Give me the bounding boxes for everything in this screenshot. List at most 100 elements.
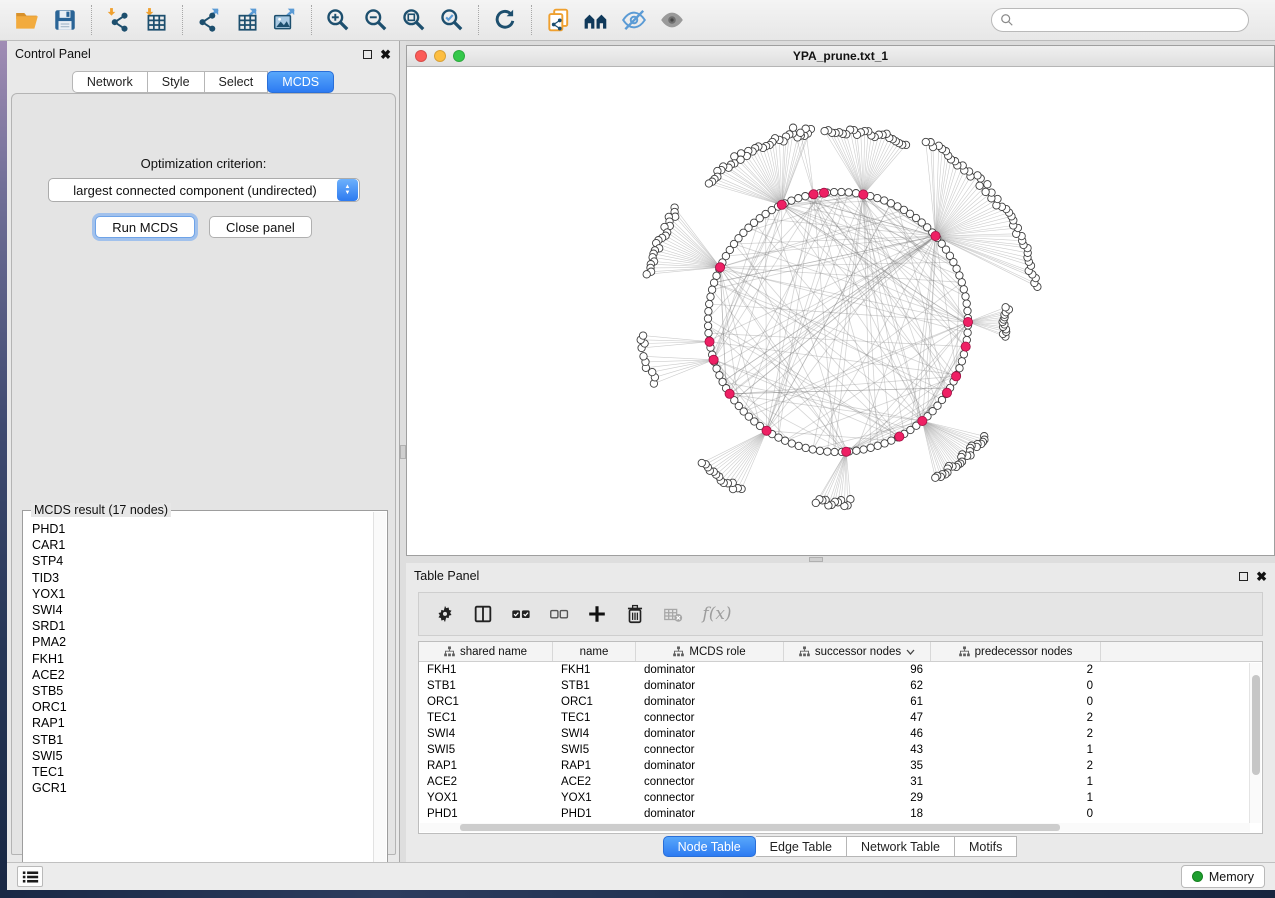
table-cell[interactable]: TEC1 <box>419 712 553 724</box>
table-cell[interactable]: ACE2 <box>419 776 553 788</box>
mcds-result-item[interactable]: TEC1 <box>24 764 372 780</box>
table-cell[interactable]: dominator <box>636 728 784 740</box>
table-cell[interactable]: ORC1 <box>419 696 553 708</box>
close-panel-icon[interactable]: ✖ <box>380 50 391 59</box>
table-cell[interactable]: FKH1 <box>419 664 553 676</box>
column-header-name[interactable]: name <box>553 642 636 661</box>
mcds-result-scrollbar[interactable] <box>373 512 386 874</box>
table-vscroll-thumb[interactable] <box>1252 675 1260 775</box>
table-cell[interactable]: FKH1 <box>553 664 636 676</box>
mcds-result-item[interactable]: SWI4 <box>24 602 372 618</box>
mcds-result-list[interactable]: PHD1CAR1STP4TID3YOX1SWI4SRD1PMA2FKH1ACE2… <box>24 521 372 873</box>
table-cell[interactable]: 46 <box>784 728 931 740</box>
table-cell[interactable]: ACE2 <box>553 776 636 788</box>
tab-motifs[interactable]: Motifs <box>955 836 1017 857</box>
show-columns-button[interactable] <box>467 598 499 630</box>
float-table-panel-icon[interactable] <box>1239 572 1248 581</box>
table-vertical-scrollbar[interactable] <box>1249 663 1261 823</box>
run-mcds-button[interactable]: Run MCDS <box>95 216 195 238</box>
search-input[interactable] <box>991 8 1249 32</box>
mcds-result-item[interactable]: STP4 <box>24 553 372 569</box>
table-cell[interactable]: 96 <box>784 664 931 676</box>
table-cell[interactable]: connector <box>636 712 784 724</box>
table-cell[interactable]: 31 <box>784 776 931 788</box>
tab-style[interactable]: Style <box>148 71 205 93</box>
table-cell[interactable]: 18 <box>784 808 931 820</box>
add-column-button[interactable] <box>581 598 613 630</box>
select-all-button[interactable] <box>505 598 537 630</box>
horizontal-splitter-grip[interactable] <box>809 557 823 562</box>
memory-button[interactable]: Memory <box>1181 865 1265 888</box>
table-cell[interactable]: 62 <box>784 680 931 692</box>
mcds-result-item[interactable]: ORC1 <box>24 699 372 715</box>
table-cell[interactable]: 61 <box>784 696 931 708</box>
table-row[interactable]: PHD1PHD1dominator180 <box>419 806 1262 822</box>
table-cell[interactable]: YOX1 <box>553 792 636 804</box>
mcds-result-item[interactable]: YOX1 <box>24 586 372 602</box>
table-cell[interactable]: SWI5 <box>553 744 636 756</box>
tab-edge-table[interactable]: Edge Table <box>756 836 847 857</box>
table-cell[interactable]: ORC1 <box>553 696 636 708</box>
show-all-button[interactable] <box>653 3 691 37</box>
float-panel-icon[interactable] <box>363 50 372 59</box>
table-row[interactable]: ORC1ORC1dominator610 <box>419 694 1262 710</box>
table-cell[interactable]: 2 <box>931 728 1101 740</box>
zoom-fit-button[interactable] <box>395 3 433 37</box>
optimization-criterion-dropdown[interactable]: largest connected component (undirected)… <box>48 178 360 202</box>
save-session-button[interactable] <box>46 3 84 37</box>
horizontal-splitter[interactable] <box>406 556 1275 563</box>
mcds-result-item[interactable]: GCR1 <box>24 780 372 796</box>
tab-mcds[interactable]: MCDS <box>267 71 334 93</box>
column-header-shared-name[interactable]: shared name <box>419 642 553 661</box>
table-cell[interactable]: SWI5 <box>419 744 553 756</box>
table-cell[interactable]: PHD1 <box>419 808 553 820</box>
table-cell[interactable]: dominator <box>636 664 784 676</box>
tab-select[interactable]: Select <box>205 71 269 93</box>
table-row[interactable]: SWI5SWI5connector431 <box>419 742 1262 758</box>
mcds-result-item[interactable]: RAP1 <box>24 715 372 731</box>
table-cell[interactable]: 29 <box>784 792 931 804</box>
export-table-button[interactable] <box>228 3 266 37</box>
mcds-result-item[interactable]: PMA2 <box>24 634 372 650</box>
table-cell[interactable]: connector <box>636 792 784 804</box>
table-hscroll-thumb[interactable] <box>460 824 1060 831</box>
table-cell[interactable]: 1 <box>931 792 1101 804</box>
zoom-out-button[interactable] <box>357 3 395 37</box>
column-header-successor-nodes[interactable]: successor nodes <box>784 642 931 661</box>
mcds-result-item[interactable]: CAR1 <box>24 537 372 553</box>
table-cell[interactable]: 1 <box>931 744 1101 756</box>
table-row[interactable]: RAP1RAP1dominator352 <box>419 758 1262 774</box>
export-image-button[interactable] <box>266 3 304 37</box>
tab-network[interactable]: Network <box>72 71 148 93</box>
table-cell[interactable]: dominator <box>636 696 784 708</box>
table-cell[interactable]: TEC1 <box>553 712 636 724</box>
table-row[interactable]: ACE2ACE2connector311 <box>419 774 1262 790</box>
first-neighbors-button[interactable] <box>577 3 615 37</box>
table-cell[interactable]: 2 <box>931 760 1101 772</box>
hide-selected-button[interactable] <box>615 3 653 37</box>
zoom-selected-button[interactable] <box>433 3 471 37</box>
unselect-all-button[interactable] <box>543 598 575 630</box>
table-row[interactable]: STB1STB1dominator620 <box>419 678 1262 694</box>
close-table-panel-icon[interactable]: ✖ <box>1256 572 1267 581</box>
mcds-result-item[interactable]: STB1 <box>24 731 372 747</box>
delete-table-button[interactable] <box>657 598 689 630</box>
table-horizontal-scrollbar[interactable] <box>420 823 1250 832</box>
table-cell[interactable]: 0 <box>931 696 1101 708</box>
mcds-result-item[interactable]: STB5 <box>24 683 372 699</box>
table-cell[interactable]: connector <box>636 744 784 756</box>
table-cell[interactable]: STB1 <box>419 680 553 692</box>
table-cell[interactable]: 2 <box>931 664 1101 676</box>
table-cell[interactable]: RAP1 <box>553 760 636 772</box>
function-builder-button[interactable]: f(x) <box>695 598 739 630</box>
table-cell[interactable]: 0 <box>931 808 1101 820</box>
import-table-button[interactable] <box>137 3 175 37</box>
network-window-titlebar[interactable]: YPA_prune.txt_1 <box>407 46 1274 67</box>
column-header-predecessor-nodes[interactable]: predecessor nodes <box>931 642 1101 661</box>
close-panel-button[interactable]: Close panel <box>209 216 312 238</box>
table-cell[interactable]: STB1 <box>553 680 636 692</box>
table-cell[interactable]: 1 <box>931 776 1101 788</box>
export-network-button[interactable] <box>190 3 228 37</box>
import-network-button[interactable] <box>99 3 137 37</box>
table-cell[interactable]: dominator <box>636 808 784 820</box>
